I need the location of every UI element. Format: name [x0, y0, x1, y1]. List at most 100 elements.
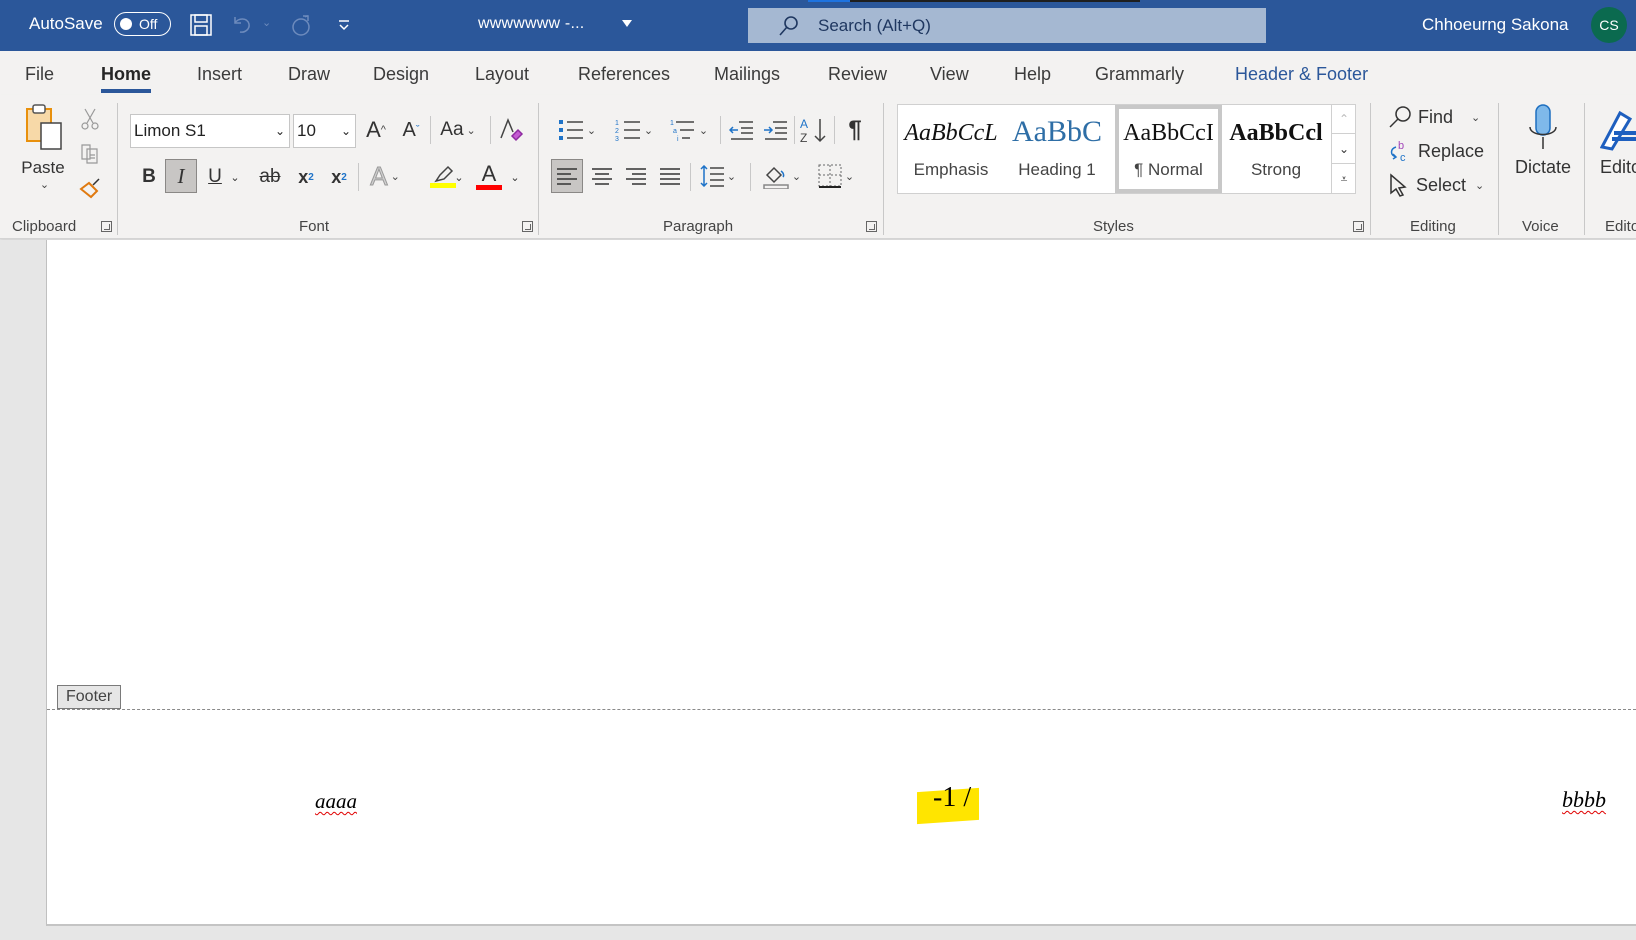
page-number-field[interactable]: -1 / [933, 782, 971, 814]
microphone-icon [1529, 104, 1557, 149]
decrease-indent-icon[interactable] [726, 114, 756, 146]
align-center-icon[interactable] [586, 159, 618, 193]
tab-mailings[interactable]: Mailings [714, 64, 780, 85]
superscript-button[interactable]: x2 [326, 161, 352, 193]
style-normal[interactable]: AaBbCcI ¶ Normal [1115, 105, 1222, 193]
paste-button[interactable]: Paste ⌄ [18, 103, 68, 193]
tab-grammarly[interactable]: Grammarly [1095, 64, 1184, 85]
tab-draw[interactable]: Draw [288, 64, 330, 85]
clipboard-launcher-icon[interactable] [101, 221, 112, 232]
search-accent-bar [850, 0, 1140, 2]
underline-dropdown-icon[interactable]: ⌄ [228, 167, 242, 187]
document-page[interactable]: Footer aaaa -1 / bbbb [46, 240, 1636, 926]
font-color-button[interactable]: A [474, 159, 504, 193]
multilevel-list-button[interactable]: 1 a i ⌄ [665, 114, 713, 146]
user-name[interactable]: Chhoeurng Sakona [1422, 15, 1569, 35]
editor-group-label: Edito [1605, 218, 1636, 235]
highlight-dropdown-icon[interactable]: ⌄ [452, 167, 466, 187]
show-marks-button[interactable]: ¶ [840, 114, 870, 146]
undo-dropdown-icon[interactable]: ⌄ [262, 16, 271, 29]
superscript-label: x [331, 166, 342, 187]
font-size-combo[interactable]: 10 ⌄ [293, 114, 356, 148]
separator [490, 116, 491, 144]
footer-right-text[interactable]: bbbb [1562, 787, 1606, 813]
undo-icon[interactable] [229, 11, 257, 39]
search-icon [778, 15, 800, 37]
title-dropdown-icon[interactable] [622, 20, 632, 27]
shrink-font-icon[interactable]: Aˇ [397, 115, 425, 145]
text-effects-button[interactable]: A ⌄ [365, 159, 405, 193]
autosave-toggle[interactable]: Off [114, 12, 171, 36]
redo-icon[interactable] [287, 11, 315, 39]
tab-file[interactable]: File [25, 64, 54, 85]
font-name-value: Limon S1 [134, 121, 206, 140]
multilevel-list-icon: 1ai [670, 120, 694, 142]
align-left-icon[interactable] [551, 159, 583, 193]
search-accent [808, 0, 850, 2]
dictate-button[interactable]: Dictate [1505, 103, 1581, 193]
increase-indent-icon[interactable] [760, 114, 790, 146]
text-effects-icon: A [370, 160, 388, 191]
subscript-button[interactable]: x2 [293, 161, 319, 193]
paragraph-launcher-icon[interactable] [866, 221, 877, 232]
bullets-button[interactable]: ⌄ [553, 114, 601, 146]
format-painter-icon[interactable] [78, 175, 104, 201]
styles-scroll-down-icon[interactable]: ⌄ [1332, 134, 1356, 164]
style-strong[interactable]: AaBbCcl Strong [1223, 105, 1329, 193]
shading-button[interactable]: ⌄ [757, 159, 807, 193]
autosave-label: AutoSave [29, 14, 103, 33]
find-icon [1389, 106, 1411, 128]
font-color-icon: A [481, 160, 497, 186]
line-spacing-button[interactable]: ⌄ [695, 159, 741, 193]
replace-button[interactable]: bc Replace [1388, 139, 1484, 163]
numbering-button[interactable]: 1 2 3 ⌄ [610, 114, 658, 146]
svg-text:Z: Z [800, 131, 807, 144]
borders-button[interactable]: ⌄ [811, 159, 861, 193]
strikethrough-button[interactable]: ab [255, 161, 285, 193]
customize-qat-icon[interactable] [330, 11, 358, 39]
bold-button[interactable]: B [136, 161, 162, 193]
cut-icon[interactable] [78, 107, 102, 131]
styles-more-icon[interactable]: ⩡ [1332, 164, 1356, 194]
styles-scroll-up-icon[interactable]: ⌃ [1332, 104, 1356, 134]
tab-layout[interactable]: Layout [475, 64, 529, 85]
justify-icon[interactable] [654, 159, 686, 193]
select-button[interactable]: Select ⌄ [1388, 173, 1484, 197]
styles-launcher-icon[interactable] [1353, 221, 1364, 232]
replace-label: Replace [1418, 140, 1485, 161]
style-emphasis[interactable]: AaBbCcL Emphasis [898, 105, 1004, 193]
editor-button[interactable]: Edito [1600, 103, 1636, 193]
avatar[interactable]: CS [1591, 7, 1627, 43]
tab-references[interactable]: References [578, 64, 670, 85]
font-color-dropdown-icon[interactable]: ⌄ [508, 167, 522, 187]
tab-design[interactable]: Design [373, 64, 429, 85]
document-title[interactable]: wwwwwww -... [478, 15, 584, 33]
grow-font-icon[interactable]: A ^ [362, 115, 390, 145]
svg-text:2: 2 [615, 128, 619, 135]
search-input[interactable]: Search (Alt+Q) [748, 8, 1266, 43]
clear-formatting-icon[interactable] [496, 113, 526, 145]
font-launcher-icon[interactable] [522, 221, 533, 232]
style-heading-1[interactable]: AaBbC Heading 1 [1004, 105, 1110, 193]
underline-button[interactable]: U [202, 161, 228, 193]
tab-help[interactable]: Help [1014, 64, 1051, 85]
sort-icon[interactable]: AZ [798, 114, 830, 146]
save-icon[interactable] [187, 11, 215, 39]
tab-view[interactable]: View [930, 64, 969, 85]
styles-group-label: Styles [1093, 218, 1134, 235]
copy-icon[interactable] [78, 141, 102, 165]
align-right-icon[interactable] [620, 159, 652, 193]
find-button[interactable]: Find ⌄ [1388, 105, 1480, 129]
tab-header-footer[interactable]: Header & Footer [1235, 64, 1368, 85]
tab-home[interactable]: Home [101, 64, 152, 93]
separator [690, 163, 691, 191]
tab-review[interactable]: Review [828, 64, 887, 85]
change-case-button[interactable]: Aa ⌄ [436, 115, 480, 145]
subscript-mark: 2 [308, 171, 314, 183]
tab-insert[interactable]: Insert [197, 64, 242, 85]
footer-left-text[interactable]: aaaa [315, 789, 357, 814]
italic-button[interactable]: I [165, 159, 197, 193]
separator [1370, 103, 1371, 235]
search-placeholder: Search (Alt+Q) [818, 15, 931, 35]
font-name-combo[interactable]: Limon S1 ⌄ [130, 114, 290, 148]
